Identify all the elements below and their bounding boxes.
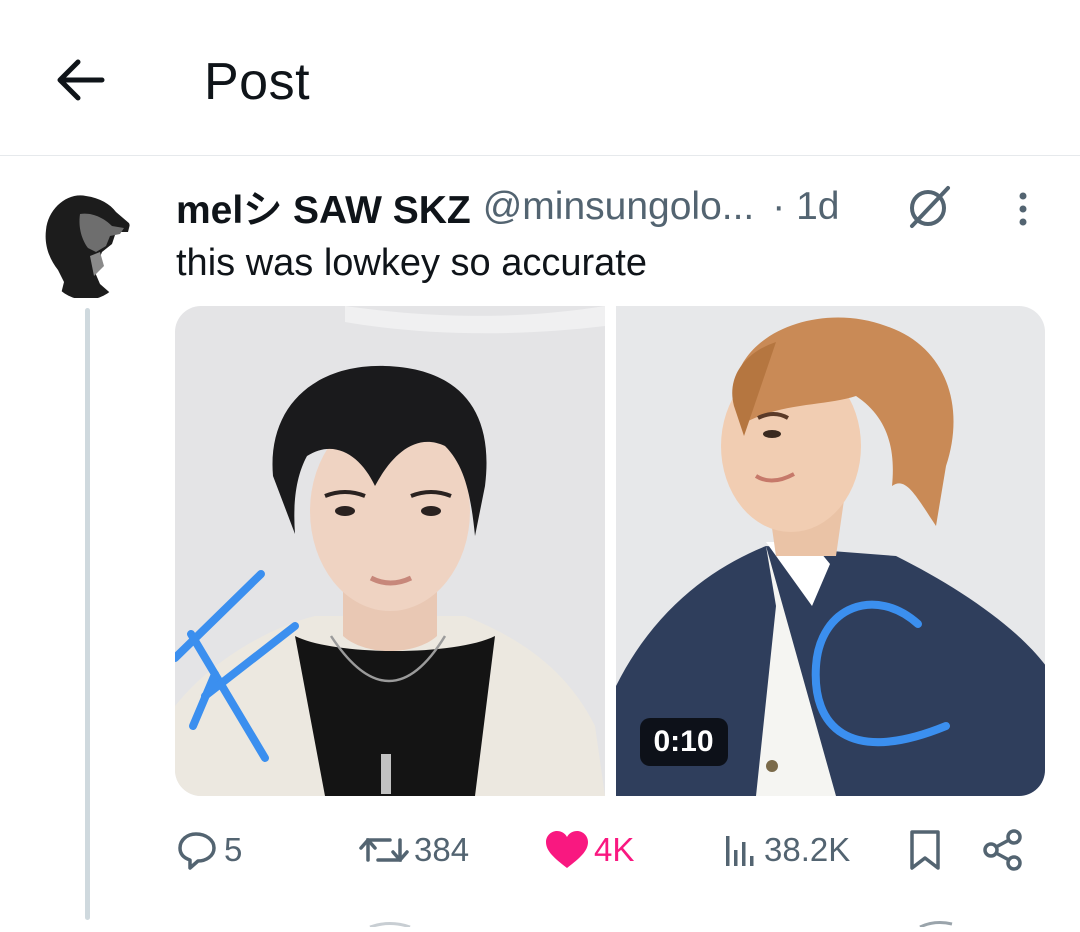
back-button[interactable] <box>50 52 110 108</box>
user-handle[interactable]: @minsungolo... <box>483 185 755 229</box>
analytics-icon <box>726 836 754 866</box>
repost-icon <box>359 838 409 862</box>
post-media: 0:10 <box>175 306 1045 796</box>
reply-button[interactable]: 5 <box>176 822 242 878</box>
top-bar: Post <box>0 0 1080 156</box>
bookmark-button[interactable] <box>906 822 948 878</box>
share-button[interactable] <box>982 822 1028 878</box>
view-count: 38.2K <box>764 831 851 868</box>
video-duration-badge: 0:10 <box>639 718 728 766</box>
thread-line <box>85 308 90 920</box>
like-count: 4K <box>594 831 635 868</box>
display-name[interactable]: melシ SAW SKZ <box>176 179 471 235</box>
views-button[interactable]: 38.2K <box>720 822 850 878</box>
post-timestamp[interactable]: · 1d <box>772 185 839 229</box>
grok-icon[interactable] <box>904 182 954 230</box>
more-options-icon[interactable] <box>1008 190 1038 230</box>
bookmark-icon <box>910 830 940 870</box>
post-header: melシ SAW SKZ @minsungolo... · 1d <box>176 180 839 234</box>
media-video-right[interactable]: 0:10 <box>615 306 1045 796</box>
media-photo-left[interactable] <box>175 306 605 796</box>
page-title: Post <box>204 53 311 111</box>
share-icon <box>983 829 1022 871</box>
post-text: this was lowkey so accurate <box>176 242 647 284</box>
next-row-edge <box>0 912 1080 929</box>
repost-button[interactable]: 384 <box>358 822 469 878</box>
reply-icon <box>178 832 216 870</box>
reply-count: 5 <box>224 831 243 868</box>
avatar-image <box>40 186 132 300</box>
repost-count: 384 <box>414 831 470 868</box>
like-button[interactable]: 4K <box>544 822 634 878</box>
arrow-left-icon <box>57 59 105 101</box>
heart-icon <box>546 831 588 868</box>
avatar[interactable] <box>40 186 132 300</box>
action-bar: 5 384 4K 38.2K <box>176 822 1036 878</box>
